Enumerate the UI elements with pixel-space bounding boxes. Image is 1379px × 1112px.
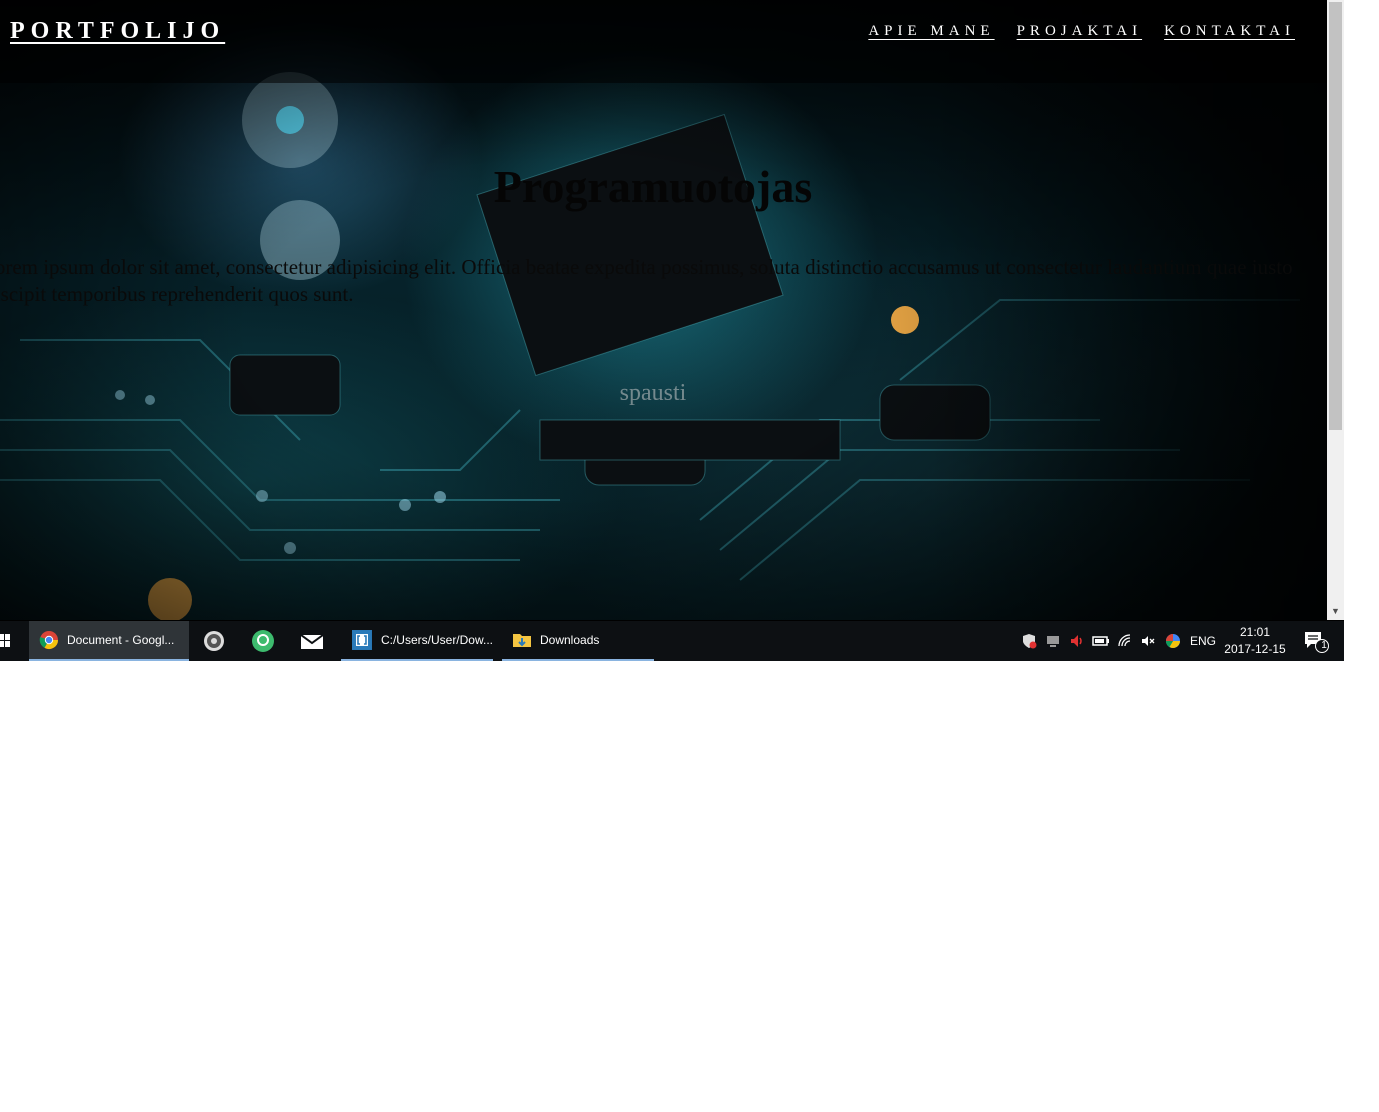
battery-icon [1092, 636, 1109, 646]
browser-viewport: PORTFOLIJO APIE MANE PROJAKTAI KONTAKTAI… [0, 0, 1344, 661]
tray-color[interactable] [1162, 621, 1184, 661]
scrollbar-thumb[interactable] [1329, 2, 1342, 430]
vertical-scrollbar[interactable]: ▼ [1327, 0, 1344, 620]
mail-icon [300, 634, 324, 649]
volume-icon [1071, 635, 1082, 647]
tray-mute[interactable] [1137, 621, 1159, 661]
background-overlay [0, 0, 1327, 620]
taskbar-app-label: C:/Users/User/Dow... [380, 633, 493, 647]
taskbar-app-evernote[interactable] [190, 621, 238, 661]
taskbar-app-chrome[interactable]: Document - Googl... [29, 621, 189, 661]
clock-time: 21:01 [1239, 625, 1271, 639]
windows-taskbar: Document - Googl... C:/Users/User/Dow... [0, 621, 1344, 661]
clock-date: 2017-12-15 [1224, 642, 1286, 656]
network-monitor-icon [1047, 636, 1059, 647]
tray-shield[interactable] [1018, 621, 1040, 661]
chrome-icon [39, 631, 58, 650]
taskbar-clock[interactable]: 21:01 2017-12-15 [1222, 621, 1288, 661]
bracket-editor-icon [351, 630, 372, 650]
top-navbar: PORTFOLIJO APIE MANE PROJAKTAI KONTAKTAI [0, 0, 1327, 83]
taskbar-app-sourcetree[interactable] [239, 621, 287, 661]
windows-logo-icon [0, 634, 10, 647]
tray-network-monitor[interactable] [1042, 621, 1064, 661]
brand-logo-link[interactable]: PORTFOLIJO [10, 18, 225, 45]
taskbar-app-downloads[interactable]: Downloads [502, 621, 654, 661]
evernote-icon [204, 631, 224, 651]
wifi-icon [1118, 634, 1131, 647]
tray-battery[interactable] [1090, 621, 1112, 661]
nav-link-projaktai[interactable]: PROJAKTAI [1017, 23, 1142, 40]
nav-links: APIE MANE PROJAKTAI KONTAKTAI [868, 23, 1295, 40]
shield-icon [1023, 634, 1037, 649]
tray-wifi[interactable] [1114, 621, 1136, 661]
hero-section: PORTFOLIJO APIE MANE PROJAKTAI KONTAKTAI… [0, 0, 1327, 620]
start-button[interactable] [0, 621, 14, 661]
taskbar-app-label: Downloads [540, 633, 600, 647]
mute-icon [1142, 636, 1155, 646]
scroll-down-arrow-icon[interactable]: ▼ [1327, 604, 1344, 618]
action-center-button[interactable]: 1 [1298, 621, 1334, 661]
taskbar-edge [1340, 621, 1344, 661]
nav-link-kontaktai[interactable]: KONTAKTAI [1164, 23, 1295, 40]
nav-link-apie-mane[interactable]: APIE MANE [868, 23, 994, 40]
color-wheel-icon [1166, 634, 1180, 648]
taskbar-app-label: Document - Googl... [67, 633, 175, 647]
spausti-button[interactable]: spausti [560, 380, 746, 407]
hero-description: Lorem ipsum dolor sit amet, consectetur … [0, 255, 1293, 306]
tray-volume[interactable] [1066, 621, 1088, 661]
notification-count-badge: 1 [1321, 640, 1327, 651]
folder-icon [513, 634, 531, 647]
sourcetree-icon [252, 630, 274, 652]
language-indicator[interactable]: ENG [1186, 621, 1220, 661]
taskbar-app-editor[interactable]: C:/Users/User/Dow... [341, 621, 493, 661]
taskbar-app-mail[interactable] [288, 621, 336, 661]
hero-title: Programuotojas [493, 161, 813, 212]
